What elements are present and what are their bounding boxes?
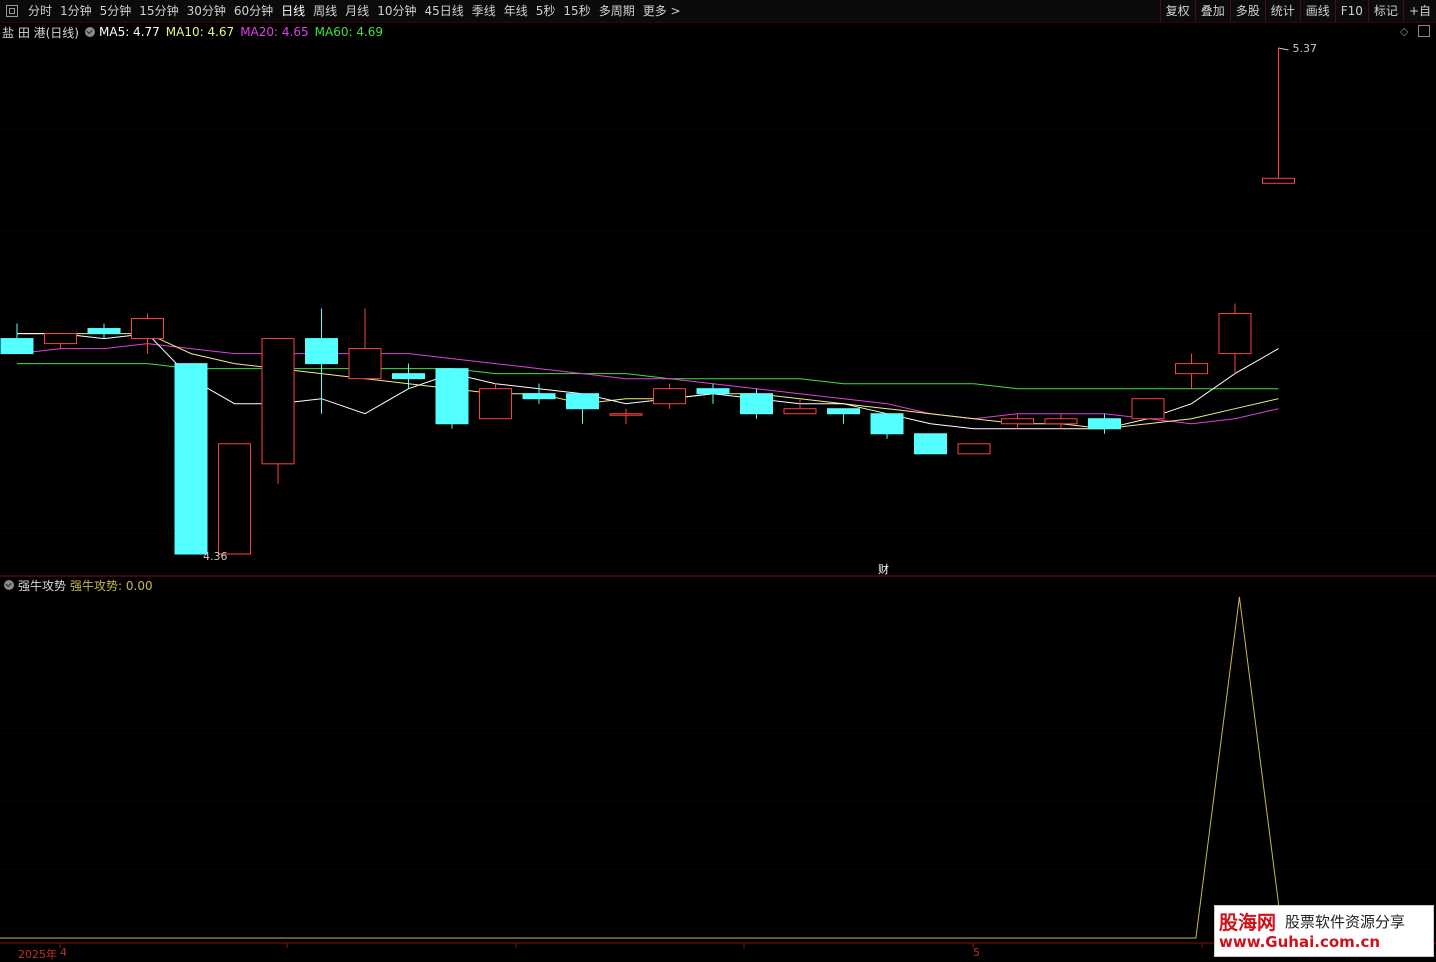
candle-body-8 bbox=[348, 348, 382, 380]
candle-body-5 bbox=[218, 443, 251, 555]
finance-marker[interactable]: 财 bbox=[878, 562, 889, 576]
candle-body-13 bbox=[566, 393, 599, 410]
candle-body-0 bbox=[0, 338, 34, 355]
date-month-label-b: 5 bbox=[973, 946, 980, 959]
watermark-brand: 股海网 bbox=[1219, 912, 1277, 934]
watermark-slogan: 股票软件资源分享 bbox=[1285, 913, 1406, 931]
period-toolbar: 分时 1分钟 5分钟 15分钟 30分钟 60分钟 日线 周线 月线 10分钟 45日线 季线 年线 5秒… bbox=[0, 0, 1436, 23]
period-tab-4[interactable]: 30分钟 bbox=[183, 0, 230, 22]
candle-body-27 bbox=[1175, 363, 1208, 375]
indicator-value: 强牛攻势: 0.00 bbox=[70, 578, 153, 593]
tool-button-0[interactable]: 复权 bbox=[1159, 0, 1195, 22]
period-tabs: 分时 1分钟 5分钟 15分钟 30分钟 60分钟 日线 周线 月线 10分钟 45日线 季线 年线 5秒… bbox=[4, 0, 685, 22]
stock-name[interactable]: 盐 田 港(日线) bbox=[2, 24, 79, 41]
kline-chart[interactable]: 5.37 4.36 财 bbox=[0, 0, 1436, 961]
tool-button-5[interactable]: F10 bbox=[1334, 0, 1368, 22]
diamond-icon[interactable]: ◇ bbox=[1400, 25, 1408, 38]
candle-body-17 bbox=[740, 393, 773, 415]
high-pointer bbox=[1278, 47, 1289, 51]
period-tab-3[interactable]: 15分钟 bbox=[135, 0, 182, 22]
grid-lines bbox=[0, 129, 1436, 948]
date-month-label-a: 4 bbox=[60, 946, 67, 959]
candle-body-10 bbox=[435, 368, 469, 425]
candle-body-20 bbox=[870, 413, 904, 435]
tool-button-7[interactable]: +自 bbox=[1402, 0, 1436, 22]
period-tab-6[interactable]: 日线 bbox=[277, 0, 309, 22]
ma-legend-item-3: MA60: 4.69 bbox=[314, 25, 384, 39]
period-tab-7[interactable]: 周线 bbox=[309, 0, 341, 22]
candle-body-2 bbox=[87, 328, 121, 335]
period-tab-16[interactable]: 更多 > bbox=[639, 0, 685, 22]
candle-body-29 bbox=[1262, 177, 1295, 184]
candle-body-6 bbox=[261, 338, 295, 465]
settings-circle-icon[interactable] bbox=[85, 27, 95, 37]
period-tab-14[interactable]: 15秒 bbox=[559, 0, 594, 22]
period-tab-15[interactable]: 多周期 bbox=[595, 0, 639, 22]
candle-body-12 bbox=[522, 393, 556, 400]
candle-body-14 bbox=[609, 413, 643, 416]
period-tab-2[interactable]: 5分钟 bbox=[96, 0, 136, 22]
period-tab-0[interactable]: 分时 bbox=[24, 0, 56, 22]
candle-body-1 bbox=[44, 333, 77, 345]
candle-body-18 bbox=[783, 408, 817, 415]
period-tab-9[interactable]: 10分钟 bbox=[373, 0, 420, 22]
candle-body-3 bbox=[131, 318, 164, 340]
main-chart-header: 盐 田 港(日线) MA5: 4.77 MA10: 4.67 MA20: 4.65 M… bbox=[2, 24, 393, 40]
ma-legend-item-2: MA20: 4.65 bbox=[240, 25, 309, 39]
candle-body-23 bbox=[1001, 418, 1034, 425]
period-tab-13[interactable]: 5秒 bbox=[532, 0, 560, 22]
tool-button-3[interactable]: 统计 bbox=[1264, 0, 1300, 22]
indicator-header: 强牛攻势 强牛攻势: 0.00 bbox=[2, 577, 157, 593]
window-icon[interactable] bbox=[6, 5, 18, 17]
candle-body-15 bbox=[653, 388, 686, 405]
candle-body-25 bbox=[1088, 418, 1121, 430]
low-price-label: 4.36 bbox=[203, 550, 228, 563]
indicator-line bbox=[0, 596, 1284, 939]
watermark: 股海网 股票软件资源分享 www.Guhai.com.cn bbox=[1214, 905, 1434, 957]
candle-body-24 bbox=[1044, 418, 1078, 425]
tool-button-2[interactable]: 多股 bbox=[1229, 0, 1265, 22]
ma-legend-item-1: MA10: 4.67 bbox=[165, 25, 235, 39]
tool-button-1[interactable]: 叠加 bbox=[1194, 0, 1230, 22]
ma-legend-item-0: MA5: 4.77 bbox=[99, 25, 160, 39]
candle-body-11 bbox=[479, 388, 512, 420]
candle-body-4 bbox=[174, 363, 208, 555]
candlesticks bbox=[0, 48, 1295, 555]
candle-body-16 bbox=[696, 388, 730, 395]
indicator-panel bbox=[0, 596, 1284, 939]
period-tab-1[interactable]: 1分钟 bbox=[56, 0, 96, 22]
period-tab-12[interactable]: 年线 bbox=[500, 0, 532, 22]
tool-buttons: 复权 叠加 多股 统计 画线 F10 标记 +自 bbox=[1159, 0, 1436, 22]
ma-legend: MA5: 4.77 MA10: 4.67 MA20: 4.65 MA60: 4.69 bbox=[99, 25, 389, 39]
maximize-icon[interactable] bbox=[1418, 25, 1430, 37]
period-tab-5[interactable]: 60分钟 bbox=[230, 0, 277, 22]
candle-body-19 bbox=[827, 408, 860, 415]
period-tab-11[interactable]: 季线 bbox=[468, 0, 500, 22]
candle-body-21 bbox=[914, 433, 947, 455]
indicator-settings-icon[interactable] bbox=[4, 580, 14, 590]
period-tab-10[interactable]: 45日线 bbox=[420, 0, 467, 22]
candle-body-22 bbox=[957, 443, 991, 455]
price-labels: 5.37 4.36 财 bbox=[203, 42, 1317, 576]
watermark-url: www.Guhai.com.cn bbox=[1219, 933, 1381, 951]
period-tab-8[interactable]: 月线 bbox=[341, 0, 373, 22]
candle-body-26 bbox=[1131, 398, 1165, 420]
candle-body-28 bbox=[1218, 313, 1252, 355]
tool-button-4[interactable]: 画线 bbox=[1299, 0, 1335, 22]
candle-body-7 bbox=[305, 338, 338, 365]
candle-body-9 bbox=[392, 373, 425, 380]
indicator-name[interactable]: 强牛攻势 bbox=[18, 577, 66, 594]
tool-button-6[interactable]: 标记 bbox=[1367, 0, 1403, 22]
high-price-label: 5.37 bbox=[1293, 42, 1318, 55]
date-year-label: 2025年 bbox=[18, 948, 57, 961]
